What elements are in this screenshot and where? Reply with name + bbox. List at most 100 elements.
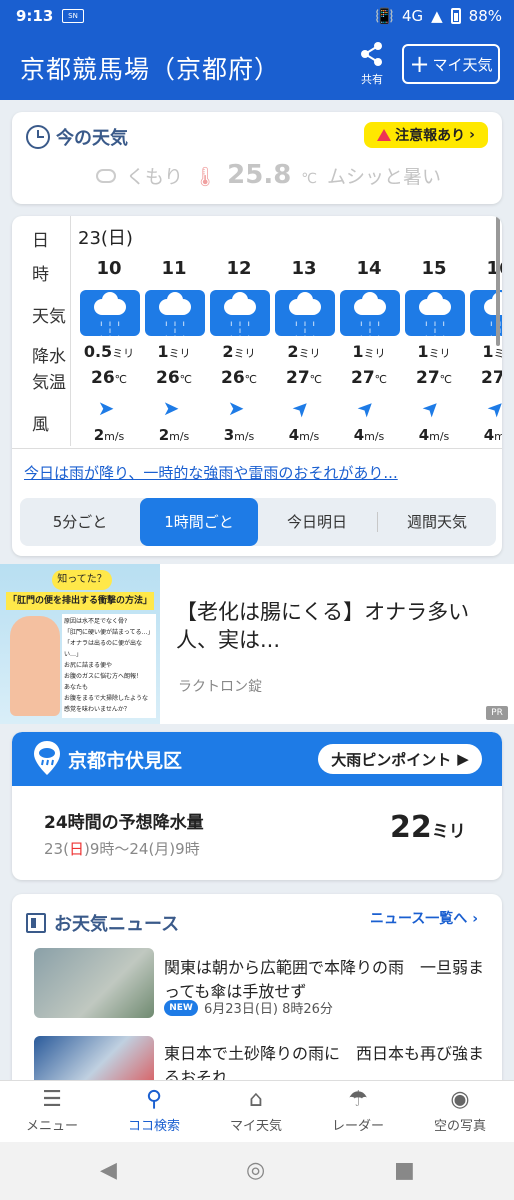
ad-image[interactable]: 知ってた？ 「肛門の便を排出する衝撃の方法」 原因は水不足でなく骨? 「肛門に硬… [0, 564, 160, 724]
period-start: 23( [44, 840, 69, 858]
my-weather-label: マイ天気 [432, 55, 493, 74]
ad-source: ラクトロン錠 [178, 679, 262, 695]
news-thumbnail[interactable] [34, 948, 154, 1018]
nav-menu[interactable]: ☰ メニュー [2, 1085, 102, 1134]
alert-badge[interactable]: 注意報あり › [364, 122, 488, 148]
ad-image-tag: 知ってた？ [52, 570, 112, 590]
hour-label: 13 [291, 258, 317, 279]
home-button-icon[interactable]: ◎ [246, 1158, 265, 1183]
share-button[interactable]: 共有 [352, 40, 392, 92]
battery-level: 88% [468, 7, 502, 25]
add-my-weather-button[interactable]: + マイ天気 [402, 44, 500, 84]
row-label-weather: 天気 [32, 307, 66, 327]
news-title: お天気ニュース [54, 914, 180, 935]
alert-label: 注意報あり [395, 128, 466, 144]
rain-icon: ı ı ı ıı ı ı ı [405, 290, 465, 349]
radar-icon: ☂ [348, 1087, 368, 1112]
row-label-rain: 降水 [32, 347, 66, 367]
app-bar: 京都競馬場（京都府） 共有 + マイ天気 [0, 32, 514, 100]
rain-icon: ı ı ı ıı ı ı ı [80, 290, 140, 349]
current-conditions: くもり 🌡 25.8 ℃ ムシッと暑い [96, 160, 441, 190]
row-label-day: 日 [32, 231, 49, 251]
ad-text-line: お尻に詰まる便や [64, 662, 113, 669]
ad-text-line: 「オナラは出るのに便が出ない…」 [64, 640, 143, 658]
news-item-title[interactable]: 関東は朝から広範囲で本降りの雨 一旦弱まっても傘は手放せず [164, 956, 494, 1004]
ad-text-line: お腹のガスに悩む方へ朗報！ [64, 673, 143, 680]
share-label: 共有 [361, 73, 383, 86]
bottom-nav: ☰ メニュー ⚲ ココ検索 ⌂ マイ天気 ☂ レーダー ◉ 空の写真 [0, 1080, 514, 1142]
current-weather-header: 今の天気 [26, 124, 128, 150]
ad-text-line: 原因は水不足でなく骨? [64, 618, 128, 625]
weather-news-card: お天気ニュース ニュース一覧へ › 関東は朝から広範囲で本降りの雨 一旦弱まって… [12, 894, 502, 1106]
period-end: )9時〜24(月)9時 [83, 840, 200, 858]
rain-period: 23(日)9時〜24(月)9時 [44, 838, 200, 859]
rain-amount: 2ミリ [222, 342, 256, 361]
interval-tabs: 5分ごと 1時間ごと 今日明日 週間天気 [20, 498, 496, 546]
hour-temperature: 26℃ [90, 368, 128, 388]
period-day: 日 [68, 840, 84, 858]
news-item-date: 6月23日(日) 8時26分 [204, 1002, 333, 1017]
nav-radar[interactable]: ☂ レーダー [308, 1085, 408, 1134]
feel-text: ムシッと暑い [327, 166, 442, 188]
divider [12, 448, 502, 449]
rain-forecast-card[interactable]: 京都市伏見区 大雨ピンポイント ▶ 24時間の予想降水量 23(日)9時〜24(… [12, 732, 502, 880]
app-notification-icon: SN [62, 9, 84, 23]
hour-temperature: 27℃ [480, 368, 502, 388]
tab-hourly[interactable]: 1時間ごと [140, 498, 258, 546]
tab-today-tomorrow[interactable]: 今日明日 [258, 498, 376, 546]
hour-temperature: 27℃ [350, 368, 388, 388]
nav-my-weather[interactable]: ⌂ マイ天気 [206, 1085, 306, 1134]
wind-direction-icon: ➤ [227, 396, 245, 420]
wind-speed: 2m/s [158, 426, 190, 444]
hour-temperature: 26℃ [155, 368, 193, 388]
wind-speed: 4m/s [418, 426, 450, 444]
ad-text-line: 「肛門に硬い便が詰まってる…」 [64, 629, 154, 636]
nav-label: マイ天気 [229, 1119, 282, 1134]
status-time: 9:13 [16, 7, 54, 25]
wind-direction-icon: ➤ [97, 396, 115, 420]
rain-icon: ı ı ı ıı ı ı ı [275, 290, 335, 349]
ad-headline[interactable]: 【老化は腸にくる】オナラ多い人、実は... [176, 598, 496, 654]
ad-image-text: 原因は水不足でなく骨? 「肛門に硬い便が詰まってる…」 「オナラは出るのに便が出… [62, 614, 156, 718]
nav-label: レーダー [331, 1119, 384, 1134]
rain-place: 京都市伏見区 [68, 750, 183, 772]
news-list-link[interactable]: ニュース一覧へ › [370, 908, 478, 928]
rain-icon: ı ı ı ıı ı ı ı [145, 290, 205, 349]
scrollbar[interactable] [496, 216, 500, 346]
chevron-right-icon: › [472, 911, 478, 927]
rain-icon: ı ı ı ıı ı ı ı [210, 290, 270, 349]
rain-icon: ı ı ı ıı ı ı ı [340, 290, 400, 349]
ad-text-line: お腹をまるで大掃除したような [64, 695, 149, 702]
pr-badge: PR [486, 706, 508, 720]
wind-direction-icon: ➤ [481, 393, 502, 423]
rain-total-label: 24時間の予想降水量 [44, 813, 204, 833]
nav-sky-photos[interactable]: ◉ 空の写真 [410, 1085, 510, 1134]
nav-label: メニュー [25, 1119, 78, 1134]
tab-5min[interactable]: 5分ごと [20, 498, 140, 546]
wind-speed: 4m/s [483, 426, 502, 444]
temperature-unit: ℃ [301, 171, 318, 187]
clock-icon [26, 125, 50, 149]
hour-temperature: 27℃ [415, 368, 453, 388]
hour-temperature: 26℃ [220, 368, 258, 388]
chevron-right-icon: › [469, 127, 475, 143]
rain-amount: 1ミリ [157, 342, 191, 361]
heavy-rain-pinpoint-button[interactable]: 大雨ピンポイント ▶ [318, 744, 482, 774]
tab-weekly[interactable]: 週間天気 [378, 498, 496, 546]
back-icon[interactable]: ◀ [100, 1158, 117, 1183]
label-divider [70, 216, 71, 446]
thermometer-icon: 🌡 [193, 166, 218, 188]
wind-direction-icon: ➤ [162, 396, 180, 420]
pinpoint-label: 大雨ピンポイント [331, 750, 452, 769]
newspaper-icon [26, 913, 46, 933]
condition-text: くもり [126, 166, 184, 188]
nav-search[interactable]: ⚲ ココ検索 [104, 1085, 204, 1134]
forecast-summary-link[interactable]: 今日は雨が降り、一時的な強雨や雷雨のおそれがあり... [24, 462, 494, 483]
news-header: お天気ニュース [26, 910, 179, 936]
hour-label: 14 [356, 258, 382, 279]
recents-icon[interactable]: ■ [394, 1158, 415, 1183]
current-weather-card[interactable]: 今の天気 注意報あり › くもり 🌡 25.8 ℃ ムシッと暑い [12, 112, 502, 204]
cloud-icon [96, 169, 116, 183]
plus-icon: + [409, 50, 430, 78]
wind-speed: 3m/s [223, 426, 255, 444]
